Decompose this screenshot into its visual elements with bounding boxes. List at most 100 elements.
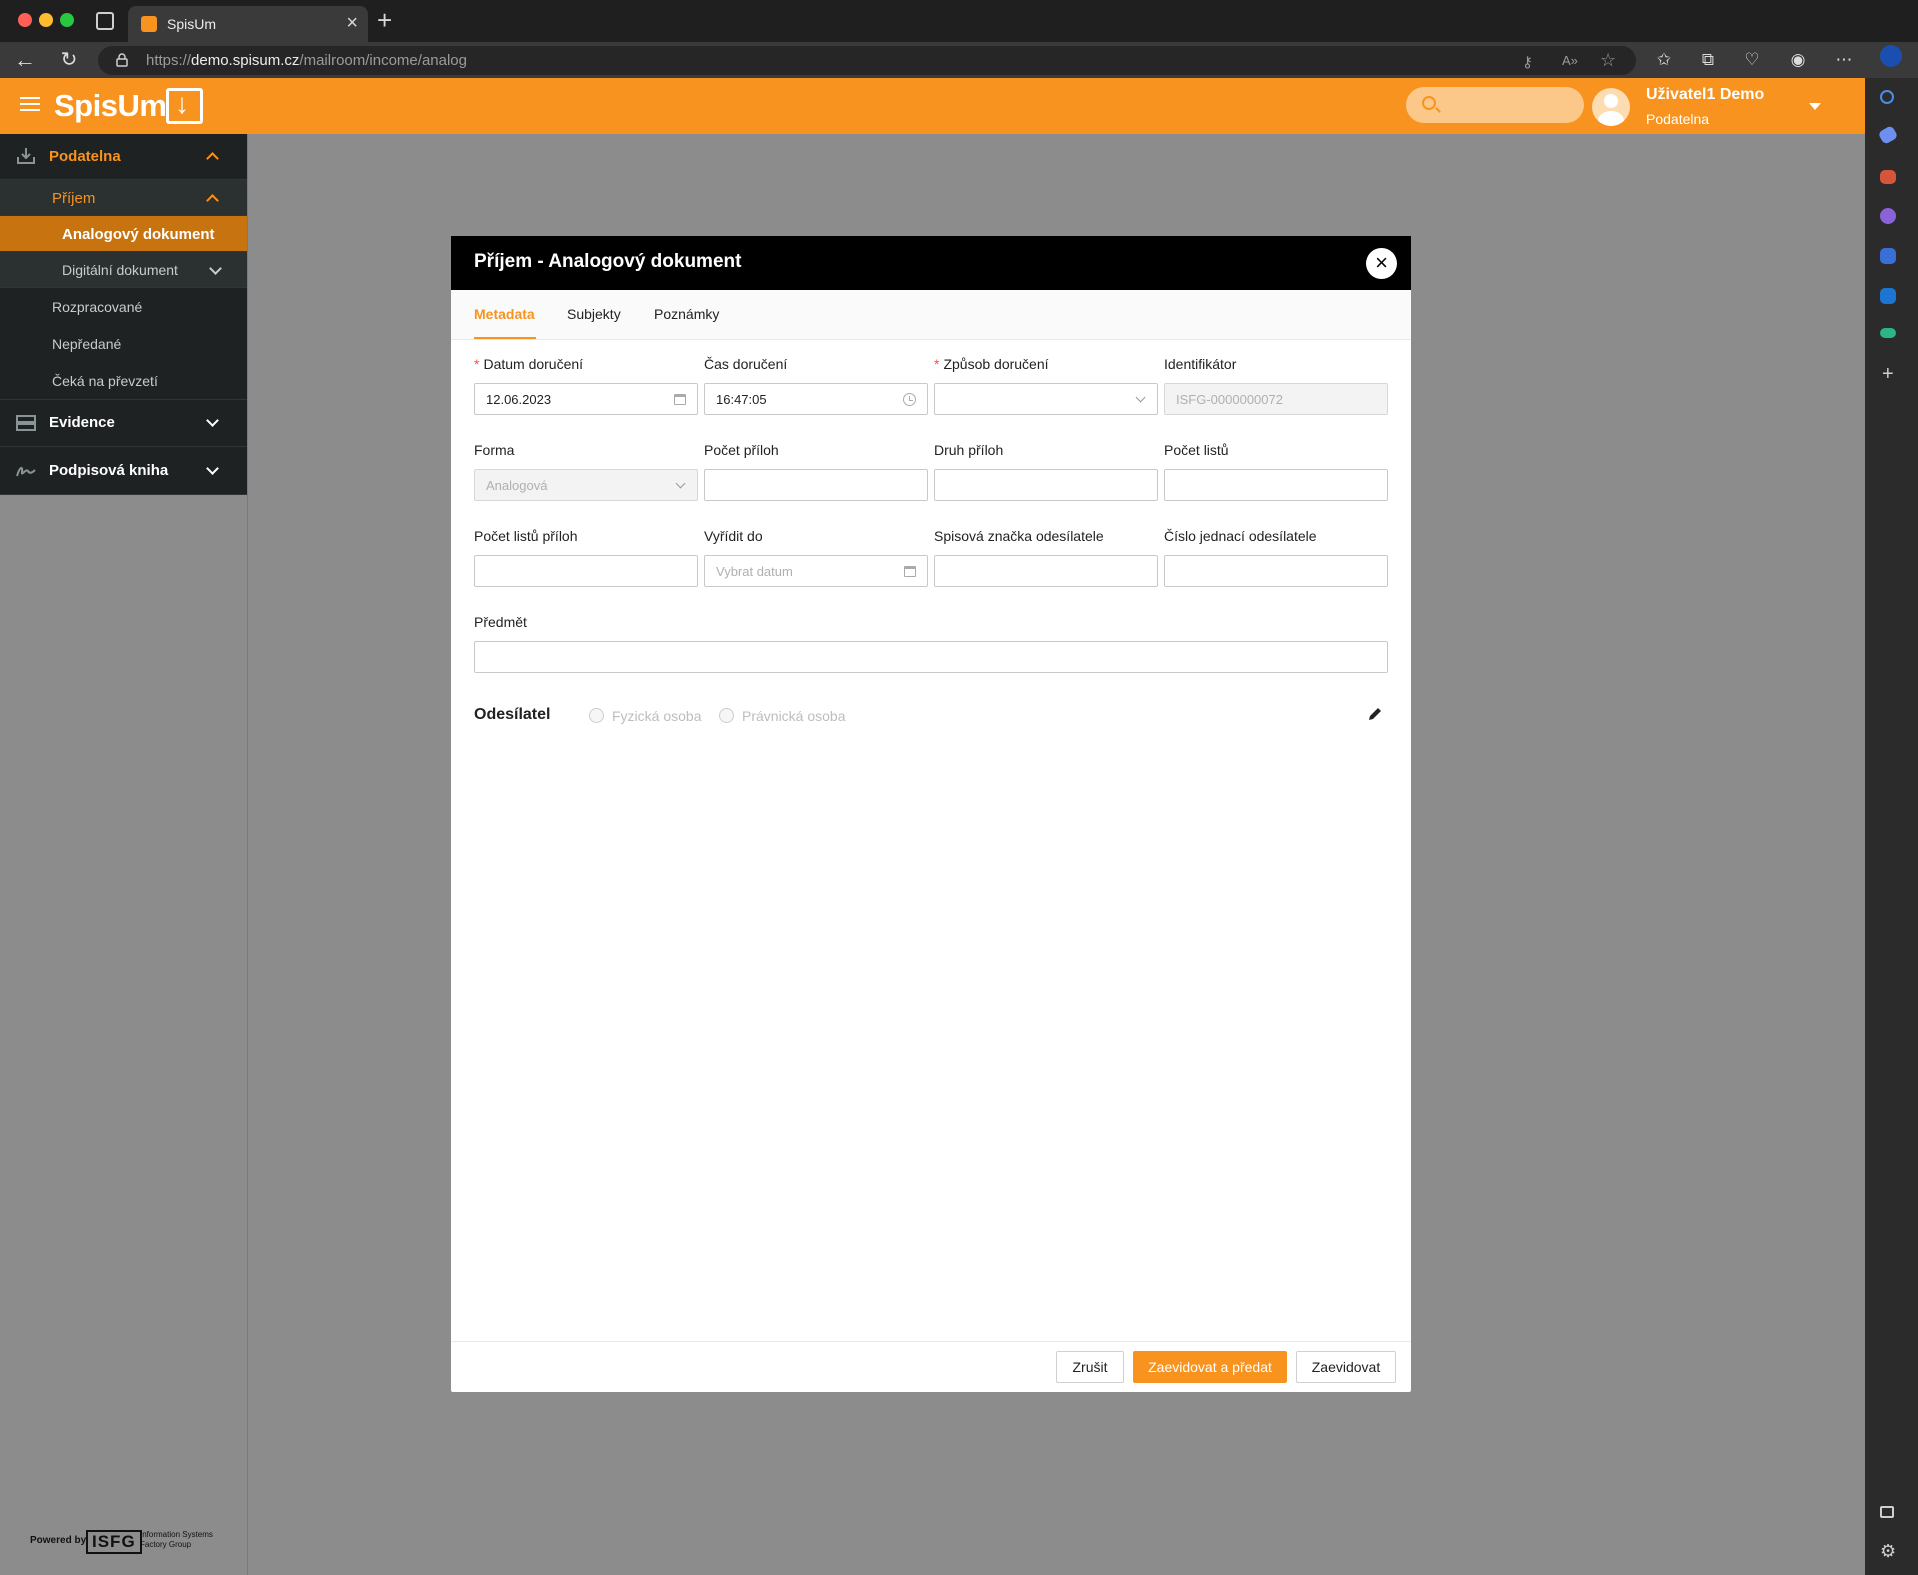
app-logo[interactable]: SpisUm [54, 88, 167, 124]
tools-icon[interactable] [1880, 170, 1896, 184]
cancel-button[interactable]: Zrušit [1056, 1351, 1124, 1383]
dialog-footer: Zrušit Zaevidovat a předat Zaevidovat [451, 1341, 1411, 1392]
pocet-priloh-field[interactable] [704, 469, 928, 501]
browser-tab[interactable]: SpisUm × [128, 6, 368, 42]
pocet-listu-field[interactable] [1164, 469, 1388, 501]
user-name[interactable]: Uživatel1 Demo [1646, 86, 1764, 104]
spisova-znacka-field[interactable] [934, 555, 1158, 587]
chevron-up-icon [206, 152, 219, 165]
performance-icon[interactable]: ♡ [1740, 48, 1764, 72]
sidebar: Podatelna Příjem Analogový dokument Digi… [0, 134, 248, 1575]
isfg-logo: ISFG [86, 1530, 142, 1554]
predmet-field[interactable] [474, 641, 1388, 673]
read-aloud-icon[interactable]: A» [1562, 53, 1578, 68]
maximize-window-button[interactable] [60, 13, 74, 27]
collections-icon[interactable]: ⧉ [1696, 48, 1720, 72]
new-tab-icon[interactable]: + [377, 6, 392, 34]
radio-pravnicka-osoba[interactable] [719, 708, 734, 723]
sidebar-item-evidence[interactable]: Evidence [0, 400, 247, 447]
zpusob-doruceni-label: * Způsob doručení [934, 356, 1049, 372]
sidebar-nav: Podatelna Příjem Analogový dokument Digi… [0, 134, 247, 495]
microsoft365-icon[interactable] [1880, 248, 1896, 264]
close-dialog-button[interactable]: × [1366, 248, 1397, 279]
cas-doruceni-field[interactable]: 16:47:05 [704, 383, 928, 415]
sidebar-item-ceka-na-prevzeti[interactable]: Čeká na převzetí [0, 362, 247, 400]
sidebar-item-podatelna[interactable]: Podatelna [0, 134, 247, 180]
sidebar-item-digitalni-dokument[interactable]: Digitální dokument [0, 252, 247, 288]
logo-download-icon [166, 88, 203, 124]
sidebar-item-rozpracovane[interactable]: Rozpracované [0, 288, 247, 325]
datum-doruceni-value: 12.06.2023 [486, 392, 552, 407]
tab-poznamky[interactable]: Poznámky [654, 306, 719, 322]
cislo-jednaci-label: Číslo jednací odesílatele [1164, 528, 1317, 544]
favorite-star-icon[interactable]: ☆ [1600, 50, 1616, 71]
cas-doruceni-value: 16:47:05 [716, 392, 767, 407]
clock-icon[interactable] [903, 393, 916, 406]
shopping-icon[interactable] [1877, 124, 1899, 146]
pocet-listu-priloh-label: Počet listů příloh [474, 528, 578, 544]
url-text: https://demo.spisum.cz/mailroom/income/a… [146, 52, 467, 69]
avatar[interactable] [1592, 88, 1630, 126]
odesilatel-title: Odesílatel [474, 706, 551, 723]
zpusob-doruceni-select[interactable] [934, 383, 1158, 415]
dialog-title: Příjem - Analogový dokument [474, 251, 742, 272]
archive-icon [16, 415, 36, 431]
sidebar-toggle-icon[interactable] [1880, 1506, 1894, 1518]
sidebar-item-label: Analogový dokument [62, 226, 215, 243]
edit-pencil-icon[interactable] [1367, 706, 1383, 722]
vyridit-do-field[interactable]: Vybrat datum [704, 555, 928, 587]
chevron-up-icon [206, 194, 219, 207]
forma-label: Forma [474, 442, 515, 458]
active-tab-indicator [474, 337, 536, 339]
minimize-window-button[interactable] [39, 13, 53, 27]
vyridit-do-label: Vyřídit do [704, 528, 763, 544]
pocet-priloh-label: Počet příloh [704, 442, 779, 458]
calendar-icon[interactable] [904, 566, 916, 577]
sidebar-item-neprdane[interactable]: Nepředané [0, 325, 247, 362]
close-window-button[interactable] [18, 13, 32, 27]
pocet-listu-priloh-field[interactable] [474, 555, 698, 587]
cislo-jednaci-field[interactable] [1164, 555, 1388, 587]
datum-doruceni-field[interactable]: 12.06.2023 [474, 383, 698, 415]
key-icon[interactable]: ⚷ [1522, 53, 1533, 71]
radio-fyzicka-osoba[interactable] [589, 708, 604, 723]
close-tab-icon[interactable]: × [346, 12, 358, 34]
druh-priloh-field[interactable] [934, 469, 1158, 501]
sidebar-item-podpisova-kniha[interactable]: Podpisová kniha [0, 447, 247, 495]
bing-icon[interactable] [1880, 45, 1902, 67]
sidebar-item-analogovy-dokument[interactable]: Analogový dokument [0, 216, 247, 252]
more-icon[interactable]: ⋯ [1832, 48, 1856, 72]
address-bar[interactable]: https://demo.spisum.cz/mailroom/income/a… [98, 46, 1636, 75]
favorites-icon[interactable]: ✩ [1652, 48, 1676, 72]
calendar-icon[interactable] [674, 394, 686, 405]
tab-subjekty[interactable]: Subjekty [567, 306, 621, 322]
search-icon[interactable] [1880, 90, 1894, 104]
tab-title: SpisUm [167, 16, 217, 32]
lock-icon [116, 53, 128, 67]
user-menu-caret-icon[interactable] [1809, 103, 1821, 110]
register-and-hand-over-button[interactable]: Zaevidovat a předat [1133, 1351, 1287, 1383]
menu-icon[interactable] [20, 97, 40, 111]
druh-priloh-label: Druh příloh [934, 442, 1004, 458]
tab-actions-icon[interactable] [96, 12, 114, 30]
cas-doruceni-label: Čas doručení [704, 356, 788, 372]
app-header: SpisUm Uživatel1 Demo Podatelna [0, 78, 1865, 134]
tab-metadata[interactable]: Metadata [474, 306, 535, 322]
predmet-label: Předmět [474, 614, 527, 630]
app-search-input[interactable] [1406, 87, 1584, 123]
register-button[interactable]: Zaevidovat [1296, 1351, 1396, 1383]
chevron-down-icon [206, 462, 219, 475]
profile-icon[interactable]: ◉ [1786, 48, 1810, 72]
refresh-icon[interactable]: ↻ [57, 48, 81, 72]
add-icon[interactable]: + [1882, 363, 1894, 386]
identifikator-value: ISFG-0000000072 [1176, 392, 1283, 407]
powered-by-label: Powered by [30, 1535, 87, 1546]
sidebar-item-label: Příjem [52, 190, 96, 207]
drop-icon[interactable] [1880, 328, 1896, 338]
games-icon[interactable] [1880, 208, 1896, 224]
radio-label-pravnicka-osoba: Právnická osoba [742, 708, 846, 724]
back-icon[interactable]: ← [13, 48, 37, 72]
outlook-icon[interactable] [1880, 288, 1896, 304]
sidebar-item-prijem[interactable]: Příjem [0, 180, 247, 216]
settings-gear-icon[interactable]: ⚙ [1880, 1541, 1896, 1562]
